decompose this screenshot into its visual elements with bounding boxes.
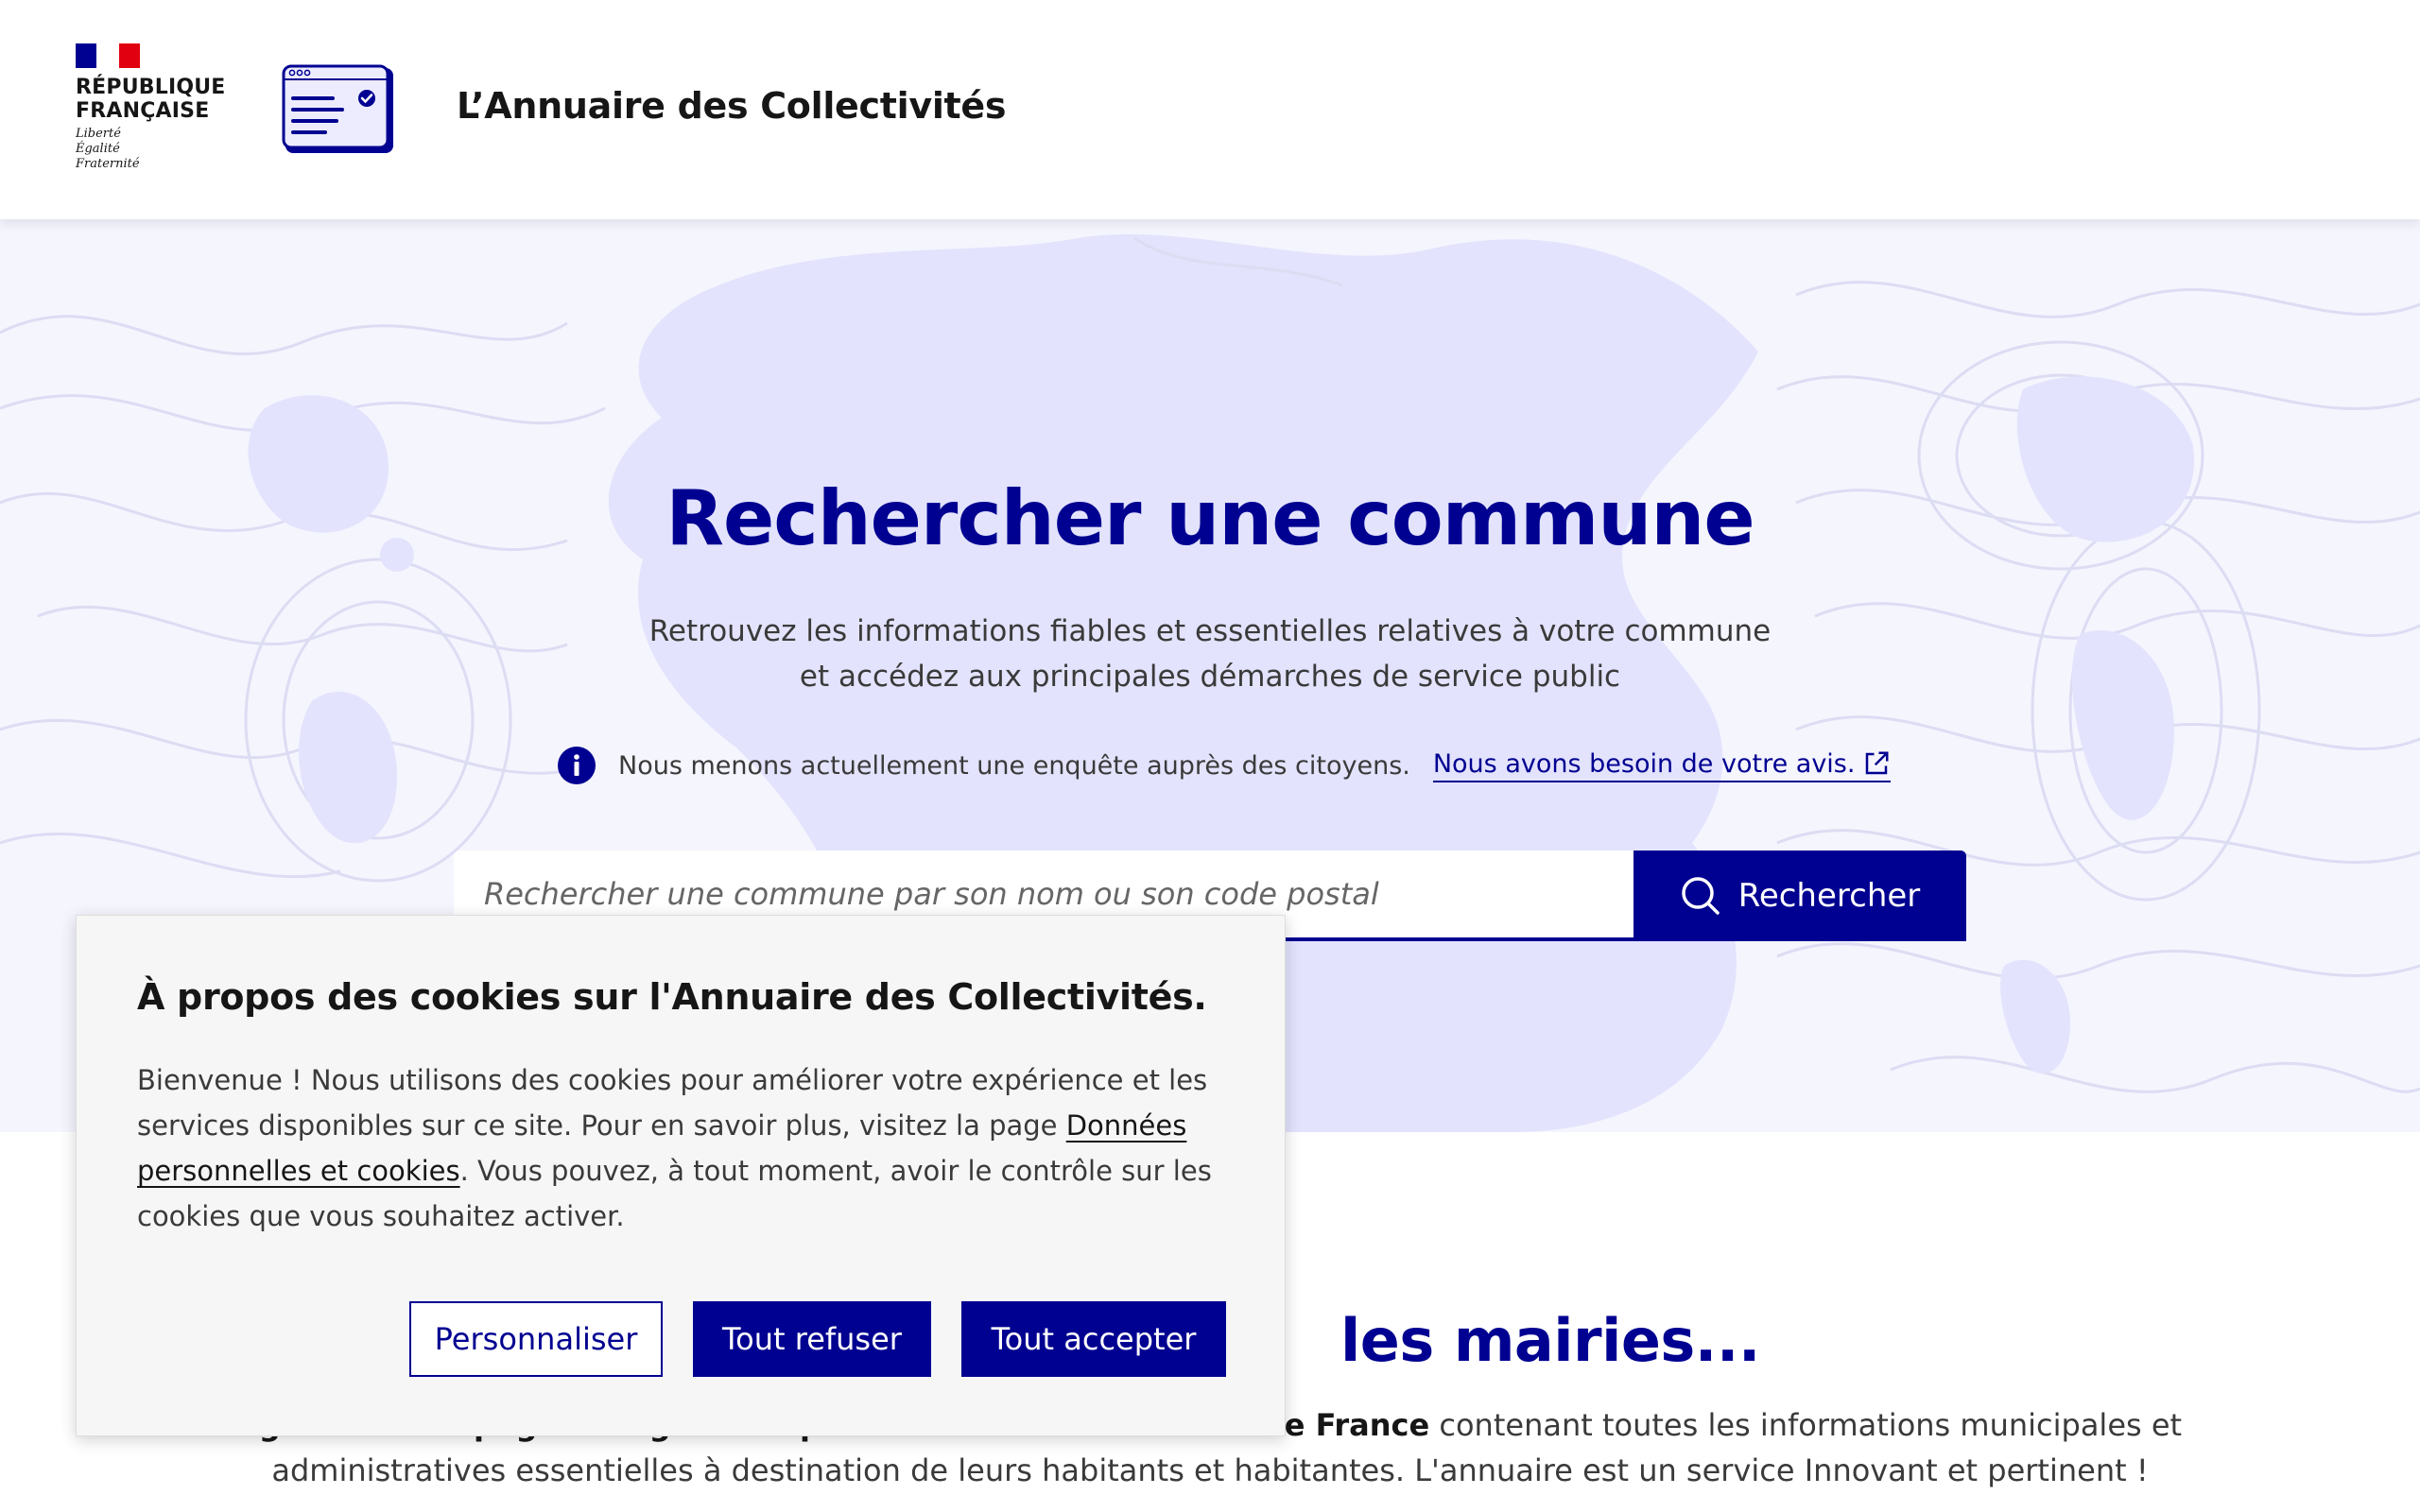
motto-line: Égalité: [76, 142, 120, 156]
republic-name-line: RÉPUBLIQUE: [76, 76, 226, 99]
hero-description-line: et accédez aux principales démarches de …: [799, 660, 1621, 694]
motto-line: Liberté: [76, 127, 121, 141]
section-description-line: administratives essentielles à destinati…: [271, 1452, 2149, 1488]
motto-line: Fraternité: [76, 157, 140, 171]
section-title-text: les mairies...: [1340, 1306, 1760, 1375]
hero-title: Rechercher une commune: [666, 474, 1754, 562]
search-button[interactable]: Rechercher: [1634, 850, 1966, 941]
republic-name-line: FRANÇAISE: [76, 99, 210, 123]
accept-all-cookies-button[interactable]: Tout accepter: [961, 1301, 1226, 1377]
cookie-text-intro: Bienvenue ! Nous utilisons des cookies p…: [137, 1064, 1208, 1142]
cookie-banner-title: À propos des cookies sur l'Annuaire des …: [137, 976, 1207, 1018]
republic-name: RÉPUBLIQUE FRANÇAISE: [76, 76, 227, 123]
survey-notice: Nous menons actuellement une enquête aup…: [558, 745, 1892, 786]
site-title[interactable]: L’Annuaire des Collectivités: [457, 85, 1007, 127]
customize-cookies-button[interactable]: Personnaliser: [409, 1301, 663, 1377]
cookie-consent-banner: À propos des cookies sur l'Annuaire des …: [76, 915, 1286, 1436]
directory-app-icon[interactable]: [282, 64, 395, 155]
survey-link-label: Nous avons besoin de votre avis.: [1432, 748, 1856, 779]
french-flag-icon: [76, 43, 140, 68]
section-description-rest: contenant toutes les informations munici…: [1429, 1407, 2183, 1443]
hero-description-line: Retrouvez les informations fiables et es…: [648, 614, 1772, 648]
survey-notice-text: Nous menons actuellement une enquête aup…: [618, 750, 1410, 781]
refuse-all-cookies-button[interactable]: Tout refuser: [693, 1301, 931, 1377]
external-link-icon: [1866, 751, 1889, 775]
info-icon: [558, 747, 596, 784]
search-icon: [1681, 877, 1720, 915]
cookie-banner-text: Bienvenue ! Nous utilisons des cookies p…: [137, 1057, 1215, 1239]
site-header: RÉPUBLIQUE FRANÇAISE Liberté Égalité Fra…: [0, 0, 2420, 219]
republic-motto: Liberté Égalité Fraternité: [76, 127, 227, 172]
search-button-label: Rechercher: [1737, 877, 1921, 915]
cookie-actions: Personnaliser Tout refuser Tout accepter: [409, 1301, 1226, 1377]
survey-link[interactable]: Nous avons besoin de votre avis.: [1432, 748, 1892, 782]
hero-description: Retrouvez les informations fiables et es…: [0, 609, 2420, 699]
republique-francaise-logo[interactable]: RÉPUBLIQUE FRANÇAISE Liberté Égalité Fra…: [76, 43, 227, 172]
